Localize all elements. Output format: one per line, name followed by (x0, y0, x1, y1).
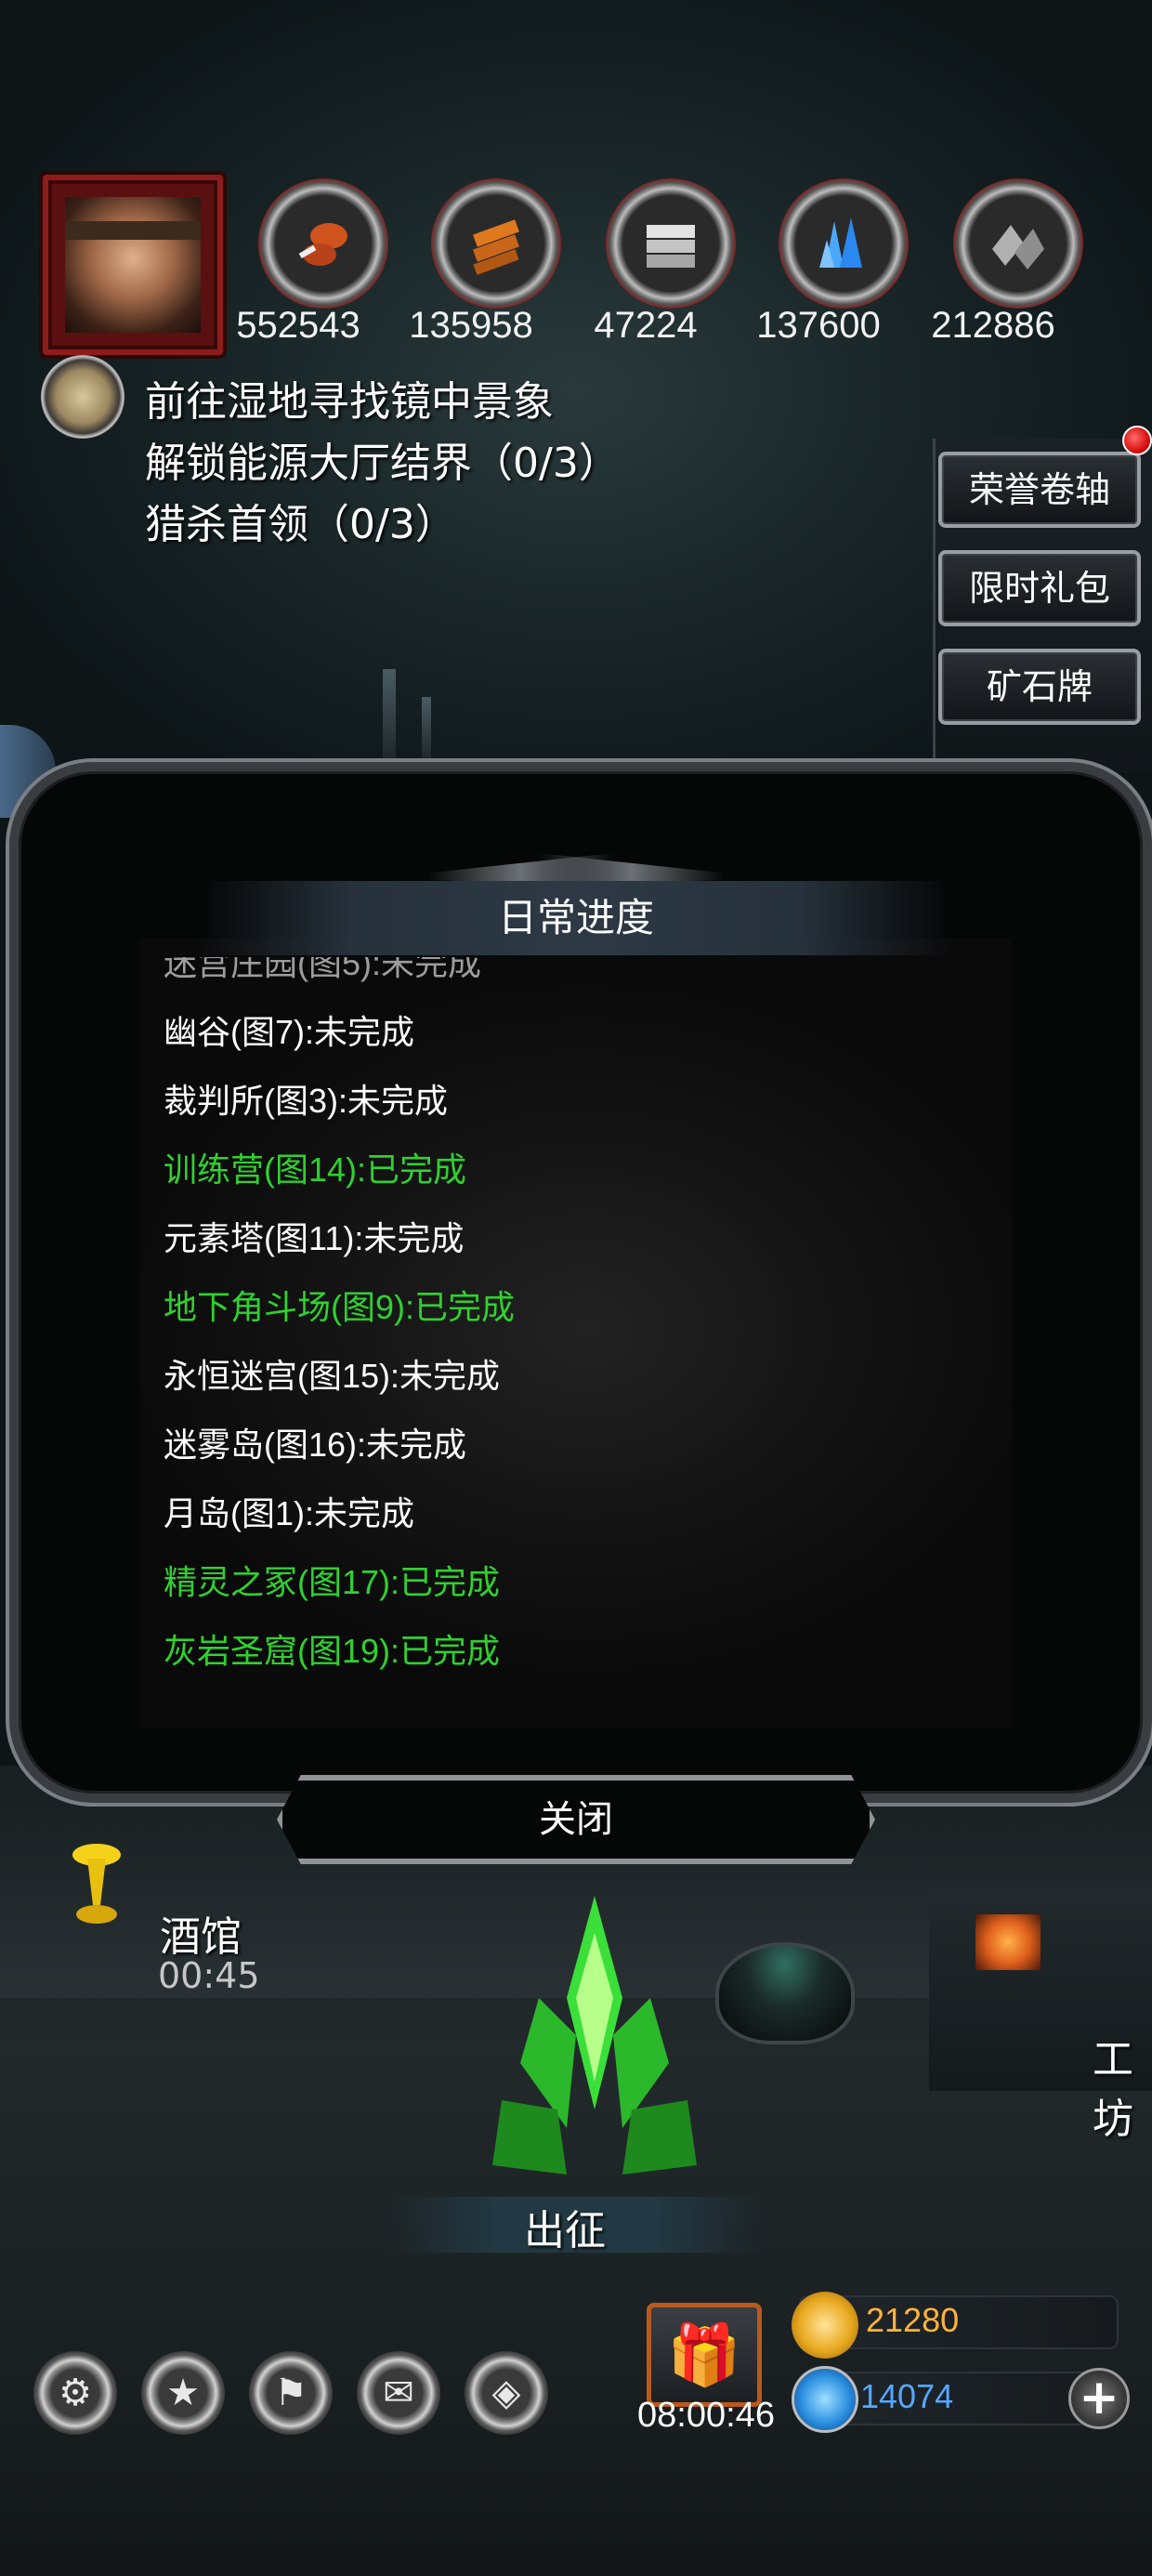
list-item-partial: 迷宫庄园(图5):未完成 (164, 957, 482, 982)
workshop-label[interactable]: 工坊 (1093, 2026, 1152, 2145)
inventory-button[interactable]: ◈ (465, 2351, 548, 2435)
list-item: 迷雾岛(图16):未完成 (164, 1426, 467, 1464)
crystal-resource-icon[interactable] (779, 178, 909, 309)
add-gems-button[interactable]: + (1068, 2368, 1130, 2429)
progress-list[interactable]: 迷宫庄园(图5):未完成 幽谷(图7):未完成 裁判所(图3):未完成 训练营(… (164, 957, 1000, 1682)
forge-fire (975, 1914, 1041, 1970)
meat-icon (298, 223, 347, 266)
gem-value: 14074 (860, 2377, 954, 2415)
quest-line-3[interactable]: 猎杀首领（0/3） (145, 491, 456, 550)
expedition-crystal-icon[interactable] (483, 1896, 706, 2193)
gift-box-icon[interactable]: 🎁 (647, 2303, 762, 2407)
avatar-headband (65, 221, 201, 240)
tavern-timer: 00:45 (158, 1955, 260, 1996)
honor-scroll-button[interactable]: 荣誉卷轴 (938, 452, 1141, 528)
dialog-title: 日常进度 (497, 895, 654, 940)
meat-resource-icon[interactable] (258, 178, 388, 309)
list-item: 灰岩圣窟(图19):已完成 (164, 1632, 501, 1670)
iron-resource-icon[interactable] (606, 178, 736, 309)
meat-value: 552543 (236, 305, 360, 346)
ore-card-button[interactable]: 矿石牌 (938, 649, 1141, 725)
list-item: 月岛(图1):未完成 (164, 1494, 415, 1532)
stone-icon (992, 225, 1044, 269)
wood-value: 135958 (409, 305, 533, 346)
wood-icon (473, 219, 519, 275)
gift-timer: 08:00:46 (637, 2396, 775, 2435)
gold-value: 21280 (866, 2301, 960, 2339)
iron-ingot-icon (647, 225, 695, 268)
wood-resource-icon[interactable] (431, 178, 561, 309)
achievement-button[interactable]: ★ (141, 2351, 225, 2435)
close-button[interactable]: 关闭 (277, 1775, 875, 1864)
quest-line-2[interactable]: 解锁能源大厅结界（0/3） (145, 429, 620, 489)
notification-dot (1122, 426, 1152, 455)
quest-scroll-icon[interactable] (41, 355, 124, 439)
stone-resource-icon[interactable] (953, 178, 1083, 309)
list-item: 精灵之冢(图17):已完成 (164, 1563, 501, 1601)
mail-button[interactable]: ✉ (357, 2351, 440, 2435)
background-spire (383, 669, 396, 762)
tavern-icon[interactable] (59, 1840, 143, 1942)
tavern-label[interactable]: 酒馆 (160, 1903, 242, 1963)
background-spire (422, 697, 431, 762)
stone-value: 212886 (931, 305, 1055, 346)
limited-gift-button[interactable]: 限时礼包 (938, 550, 1141, 626)
list-item: 地下角斗场(图9):已完成 (164, 1288, 516, 1326)
list-item: 裁判所(图3):未完成 (164, 1082, 449, 1120)
list-item: 训练营(图14):已完成 (164, 1150, 467, 1189)
avatar-face (65, 197, 201, 333)
guild-button[interactable]: ⚑ (249, 2351, 333, 2435)
list-item: 幽谷(图7):未完成 (164, 1013, 415, 1051)
list-item: 元素塔(图11):未完成 (164, 1219, 465, 1257)
gem-icon (792, 2366, 858, 2433)
blue-crystal-icon (819, 217, 862, 268)
crystal-value: 137600 (756, 305, 881, 346)
iron-value: 47224 (594, 305, 698, 346)
gold-coin-icon (792, 2292, 858, 2359)
player-avatar[interactable] (43, 175, 223, 355)
cauldron-building[interactable] (715, 1942, 855, 2044)
quest-line-1[interactable]: 前往湿地寻找镜中景象 (145, 368, 554, 427)
expedition-label[interactable]: 出征 (524, 2197, 606, 2256)
list-item: 永恒迷宫(图15):未完成 (164, 1357, 501, 1395)
settings-button[interactable]: ⚙ (33, 2351, 117, 2435)
